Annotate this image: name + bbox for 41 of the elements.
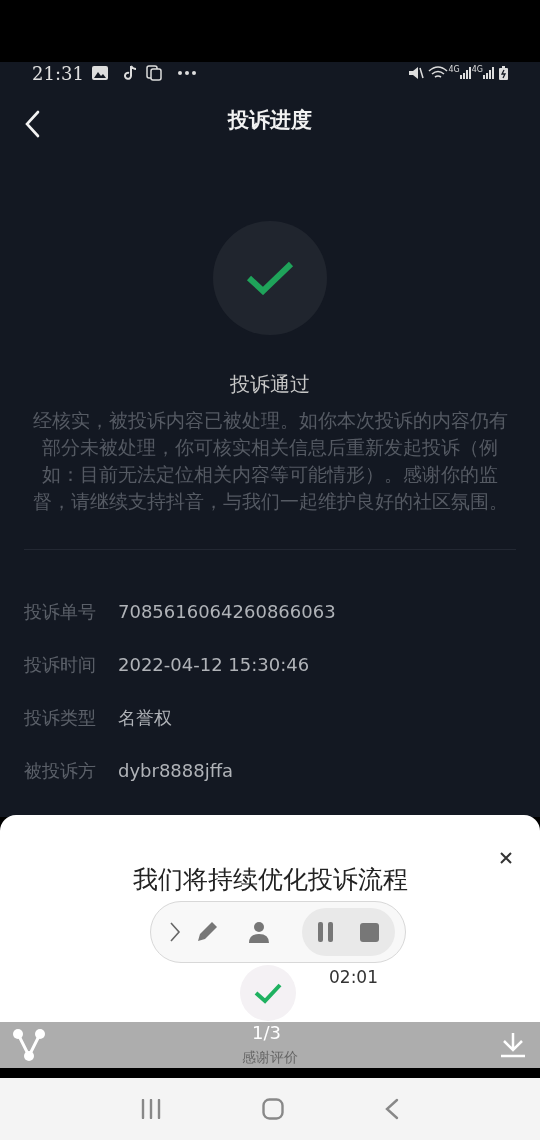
detail-label: 被投诉方 — [24, 759, 96, 783]
pen-button[interactable] — [195, 920, 219, 944]
detail-label: 投诉单号 — [24, 600, 96, 624]
share-button[interactable] — [12, 1028, 46, 1062]
network-type-label: 4G — [471, 64, 483, 76]
detail-label: 投诉类型 — [24, 706, 96, 730]
network-type-label: 4G — [448, 64, 460, 76]
result-title: 投诉通过 — [229, 371, 311, 398]
person-button[interactable] — [249, 921, 269, 943]
mute-icon — [408, 66, 425, 80]
detail-value: dybr8888jffa — [118, 759, 234, 783]
detail-value: 7085616064260866063 — [118, 600, 336, 624]
check-icon — [246, 261, 294, 295]
more-icon — [177, 71, 196, 75]
signal-icon — [483, 67, 495, 79]
signal-icon — [459, 67, 472, 79]
caption-text: 感谢评价 — [242, 1048, 298, 1066]
detail-value: 名誉权 — [118, 706, 172, 730]
wifi-icon — [428, 66, 449, 80]
sheet-title: 我们将持续优化投诉流程 — [132, 864, 408, 896]
check-icon — [253, 982, 283, 1004]
home-button[interactable] — [262, 1098, 284, 1120]
stop-button[interactable] — [360, 922, 379, 942]
close-icon — [500, 851, 512, 864]
recording-timer: 02:01 — [329, 966, 378, 989]
status-time: 21:31 — [32, 62, 84, 86]
rating-button[interactable] — [240, 965, 296, 1021]
back-nav-button[interactable] — [385, 1098, 400, 1120]
expand-button[interactable] — [169, 921, 181, 943]
pause-button[interactable] — [318, 922, 334, 942]
music-note-icon — [123, 65, 138, 81]
recent-apps-button[interactable] — [140, 1099, 161, 1119]
image-icon — [91, 66, 108, 80]
detail-label: 投诉时间 — [24, 653, 96, 677]
page-counter: 1/3 — [252, 1023, 281, 1043]
battery-icon — [499, 66, 508, 80]
copy-icon — [145, 65, 162, 81]
page-title: 投诉进度 — [228, 106, 312, 134]
download-button[interactable] — [500, 1032, 526, 1058]
result-message: 经核实，被投诉内容已被处理。如你本次投诉的内容仍有部分未被处理，你可核实相关信息后重新发起投诉（例如：目前无法定位相关内容等可能情形）。感谢你的监督，请继续支持抖音，与我们一起维护良好的社区氛围。 — [31, 409, 509, 514]
detail-value: 2022-04-12 15:30:46 — [118, 653, 310, 677]
